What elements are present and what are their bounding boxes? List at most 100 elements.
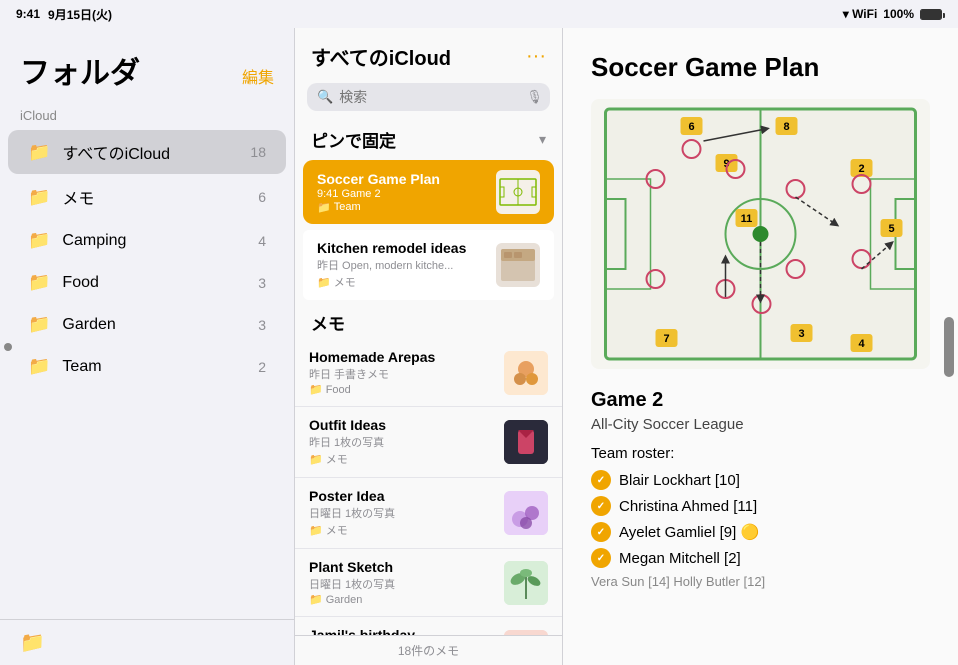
folder-item-メモ[interactable]: 📁 メモ 6 xyxy=(8,175,286,219)
folder-count: 4 xyxy=(258,233,266,249)
note-meta: 日曜日 1枚の写真 xyxy=(309,505,494,521)
status-date: 9月15日(火) xyxy=(48,6,112,23)
note-title: Soccer Game Plan xyxy=(317,171,486,187)
folder-item-food[interactable]: 📁 Food 3 xyxy=(8,262,286,303)
edit-button[interactable]: 編集 xyxy=(242,64,274,92)
folder-icon: 📁 xyxy=(28,187,50,208)
note-plant[interactable]: Plant Sketch 日曜日 1枚の写真 📁 Garden xyxy=(295,549,562,617)
folder-item-すべてのicloud[interactable]: 📁 すべてのiCloud 18 xyxy=(8,130,286,174)
folders-title: フォルダ xyxy=(20,48,140,92)
folder-name: Team xyxy=(62,358,258,376)
folder-icon: 📁 xyxy=(28,314,50,335)
search-bar[interactable]: 🔍 🎙 xyxy=(307,83,550,111)
note-text: Poster Idea 日曜日 1枚の写真 📁 メモ xyxy=(309,488,494,538)
note-meta: 日曜日 1枚の写真 xyxy=(309,576,494,592)
roster-dot: ✓ xyxy=(591,496,611,516)
notes-footer: 18件のメモ xyxy=(295,635,562,665)
note-meta: 昨日 Open, modern kitche... xyxy=(317,257,486,273)
note-thumbnail-outfit xyxy=(504,420,548,464)
note-meta: 昨日 手書きメモ xyxy=(309,366,494,382)
note-poster[interactable]: Poster Idea 日曜日 1枚の写真 📁 メモ xyxy=(295,478,562,549)
roster-name: Christina Ahmed [11] xyxy=(619,498,757,515)
wifi-icon: ▾ WiFi xyxy=(843,7,878,21)
note-folder: 📁 メモ xyxy=(309,451,494,467)
note-text: Plant Sketch 日曜日 1枚の写真 📁 Garden xyxy=(309,559,494,606)
folder-icon: 📁 xyxy=(317,276,331,289)
svg-text:11: 11 xyxy=(741,213,753,225)
folder-count: 6 xyxy=(258,189,266,205)
note-text: Jamil's birthday 土曜日 1枚の写真 📁 メモ xyxy=(309,627,494,635)
new-folder-button[interactable]: 📁 xyxy=(20,630,45,655)
game-title: Game 2 xyxy=(591,389,930,412)
note-text: Homemade Arepas 昨日 手書きメモ 📁 Food xyxy=(309,349,494,396)
roster-name: Blair Lockhart [10] xyxy=(619,472,740,489)
more-options-button[interactable]: ··· xyxy=(526,45,546,68)
pinned-section-label: ピンで固定 xyxy=(311,127,396,152)
home-indicator[interactable] xyxy=(944,317,954,377)
folder-icon: 📁 xyxy=(309,593,323,606)
folder-icon: 📁 xyxy=(28,272,50,293)
folders-panel: フォルダ 編集 iCloud 📁 すべてのiCloud 18 📁 メモ 6 📁 … xyxy=(0,28,295,665)
pinned-note-kitchen[interactable]: Kitchen remodel ideas 昨日 Open, modern ki… xyxy=(303,230,554,300)
notes-section-header: メモ xyxy=(295,302,562,339)
note-folder: 📁 メモ xyxy=(317,274,486,290)
folder-name: Food xyxy=(62,274,258,292)
pinned-section-header: ピンで固定 ▾ xyxy=(295,119,562,156)
folder-list: 📁 すべてのiCloud 18 📁 メモ 6 📁 Camping 4 📁 Foo… xyxy=(0,129,294,619)
note-thumbnail-poster xyxy=(504,491,548,535)
note-folder: 📁 Garden xyxy=(309,593,494,606)
note-title: Jamil's birthday xyxy=(309,627,494,635)
folder-item-camping[interactable]: 📁 Camping 4 xyxy=(8,220,286,261)
note-meta: 9:41 Game 2 xyxy=(317,188,486,200)
multitasking-dot xyxy=(4,343,12,351)
pinned-chevron-icon[interactable]: ▾ xyxy=(539,131,546,148)
roster-item-5: Vera Sun [14] Holly Butler [12] xyxy=(591,574,930,589)
note-title: Outfit Ideas xyxy=(309,417,494,433)
folder-icon: 📁 xyxy=(28,230,50,251)
folder-count: 3 xyxy=(258,317,266,333)
roster-item-2: ✓ Christina Ahmed [11] xyxy=(591,496,930,516)
note-arepas[interactable]: Homemade Arepas 昨日 手書きメモ 📁 Food xyxy=(295,339,562,407)
svg-text:7: 7 xyxy=(663,333,669,345)
folder-name: メモ xyxy=(62,185,258,209)
microphone-icon[interactable]: 🎙 xyxy=(526,89,543,105)
folder-icon: 📁 xyxy=(309,453,323,466)
svg-text:2: 2 xyxy=(858,163,864,175)
folder-count: 18 xyxy=(250,144,266,160)
search-input[interactable] xyxy=(339,89,520,105)
soccer-field-svg: 6 8 2 5 11 7 xyxy=(591,99,930,369)
folder-icon: 📁 xyxy=(317,201,331,214)
note-outfit[interactable]: Outfit Ideas 昨日 1枚の写真 📁 メモ xyxy=(295,407,562,478)
note-folder: 📁 Food xyxy=(309,383,494,396)
status-bar: 9:41 9月15日(火) ▾ WiFi 100% xyxy=(0,0,958,28)
folder-icon: 📁 xyxy=(28,142,50,163)
notes-panel-header: すべてのiCloud ··· xyxy=(295,28,562,79)
roster-item-3: ✓ Ayelet Gamliel [9] 🟡 xyxy=(591,522,930,542)
pinned-note-soccer[interactable]: Soccer Game Plan 9:41 Game 2 📁 Team xyxy=(303,160,554,224)
soccer-field: 6 8 2 5 11 7 xyxy=(591,99,930,369)
folder-count: 2 xyxy=(258,359,266,375)
note-title: Homemade Arepas xyxy=(309,349,494,365)
folder-count: 3 xyxy=(258,275,266,291)
folder-item-garden[interactable]: 📁 Garden 3 xyxy=(8,304,286,345)
status-time: 9:41 xyxy=(16,7,40,21)
note-thumbnail-soccer xyxy=(496,170,540,214)
search-icon: 🔍 xyxy=(317,89,333,105)
roster-name: Vera Sun [14] Holly Butler [12] xyxy=(591,574,765,589)
note-thumbnail-arepas xyxy=(504,351,548,395)
detail-panel: Soccer Game Plan xyxy=(563,28,958,665)
folder-item-team[interactable]: 📁 Team 2 xyxy=(8,346,286,387)
roster-label: Team roster: xyxy=(591,445,930,462)
folder-icon: 📁 xyxy=(28,356,50,377)
folders-header: フォルダ 編集 xyxy=(0,28,294,104)
battery-label: 100% xyxy=(883,7,914,21)
note-birthday[interactable]: Jamil's birthday 土曜日 1枚の写真 📁 メモ xyxy=(295,617,562,635)
folder-icon: 📁 xyxy=(309,383,323,396)
folder-name: すべてのiCloud xyxy=(62,140,250,164)
svg-text:3: 3 xyxy=(798,328,804,340)
note-title: Plant Sketch xyxy=(309,559,494,575)
note-title: Kitchen remodel ideas xyxy=(317,240,486,256)
note-text: Soccer Game Plan 9:41 Game 2 📁 Team xyxy=(317,171,486,214)
note-title: Poster Idea xyxy=(309,488,494,504)
note-meta: 昨日 1枚の写真 xyxy=(309,434,494,450)
